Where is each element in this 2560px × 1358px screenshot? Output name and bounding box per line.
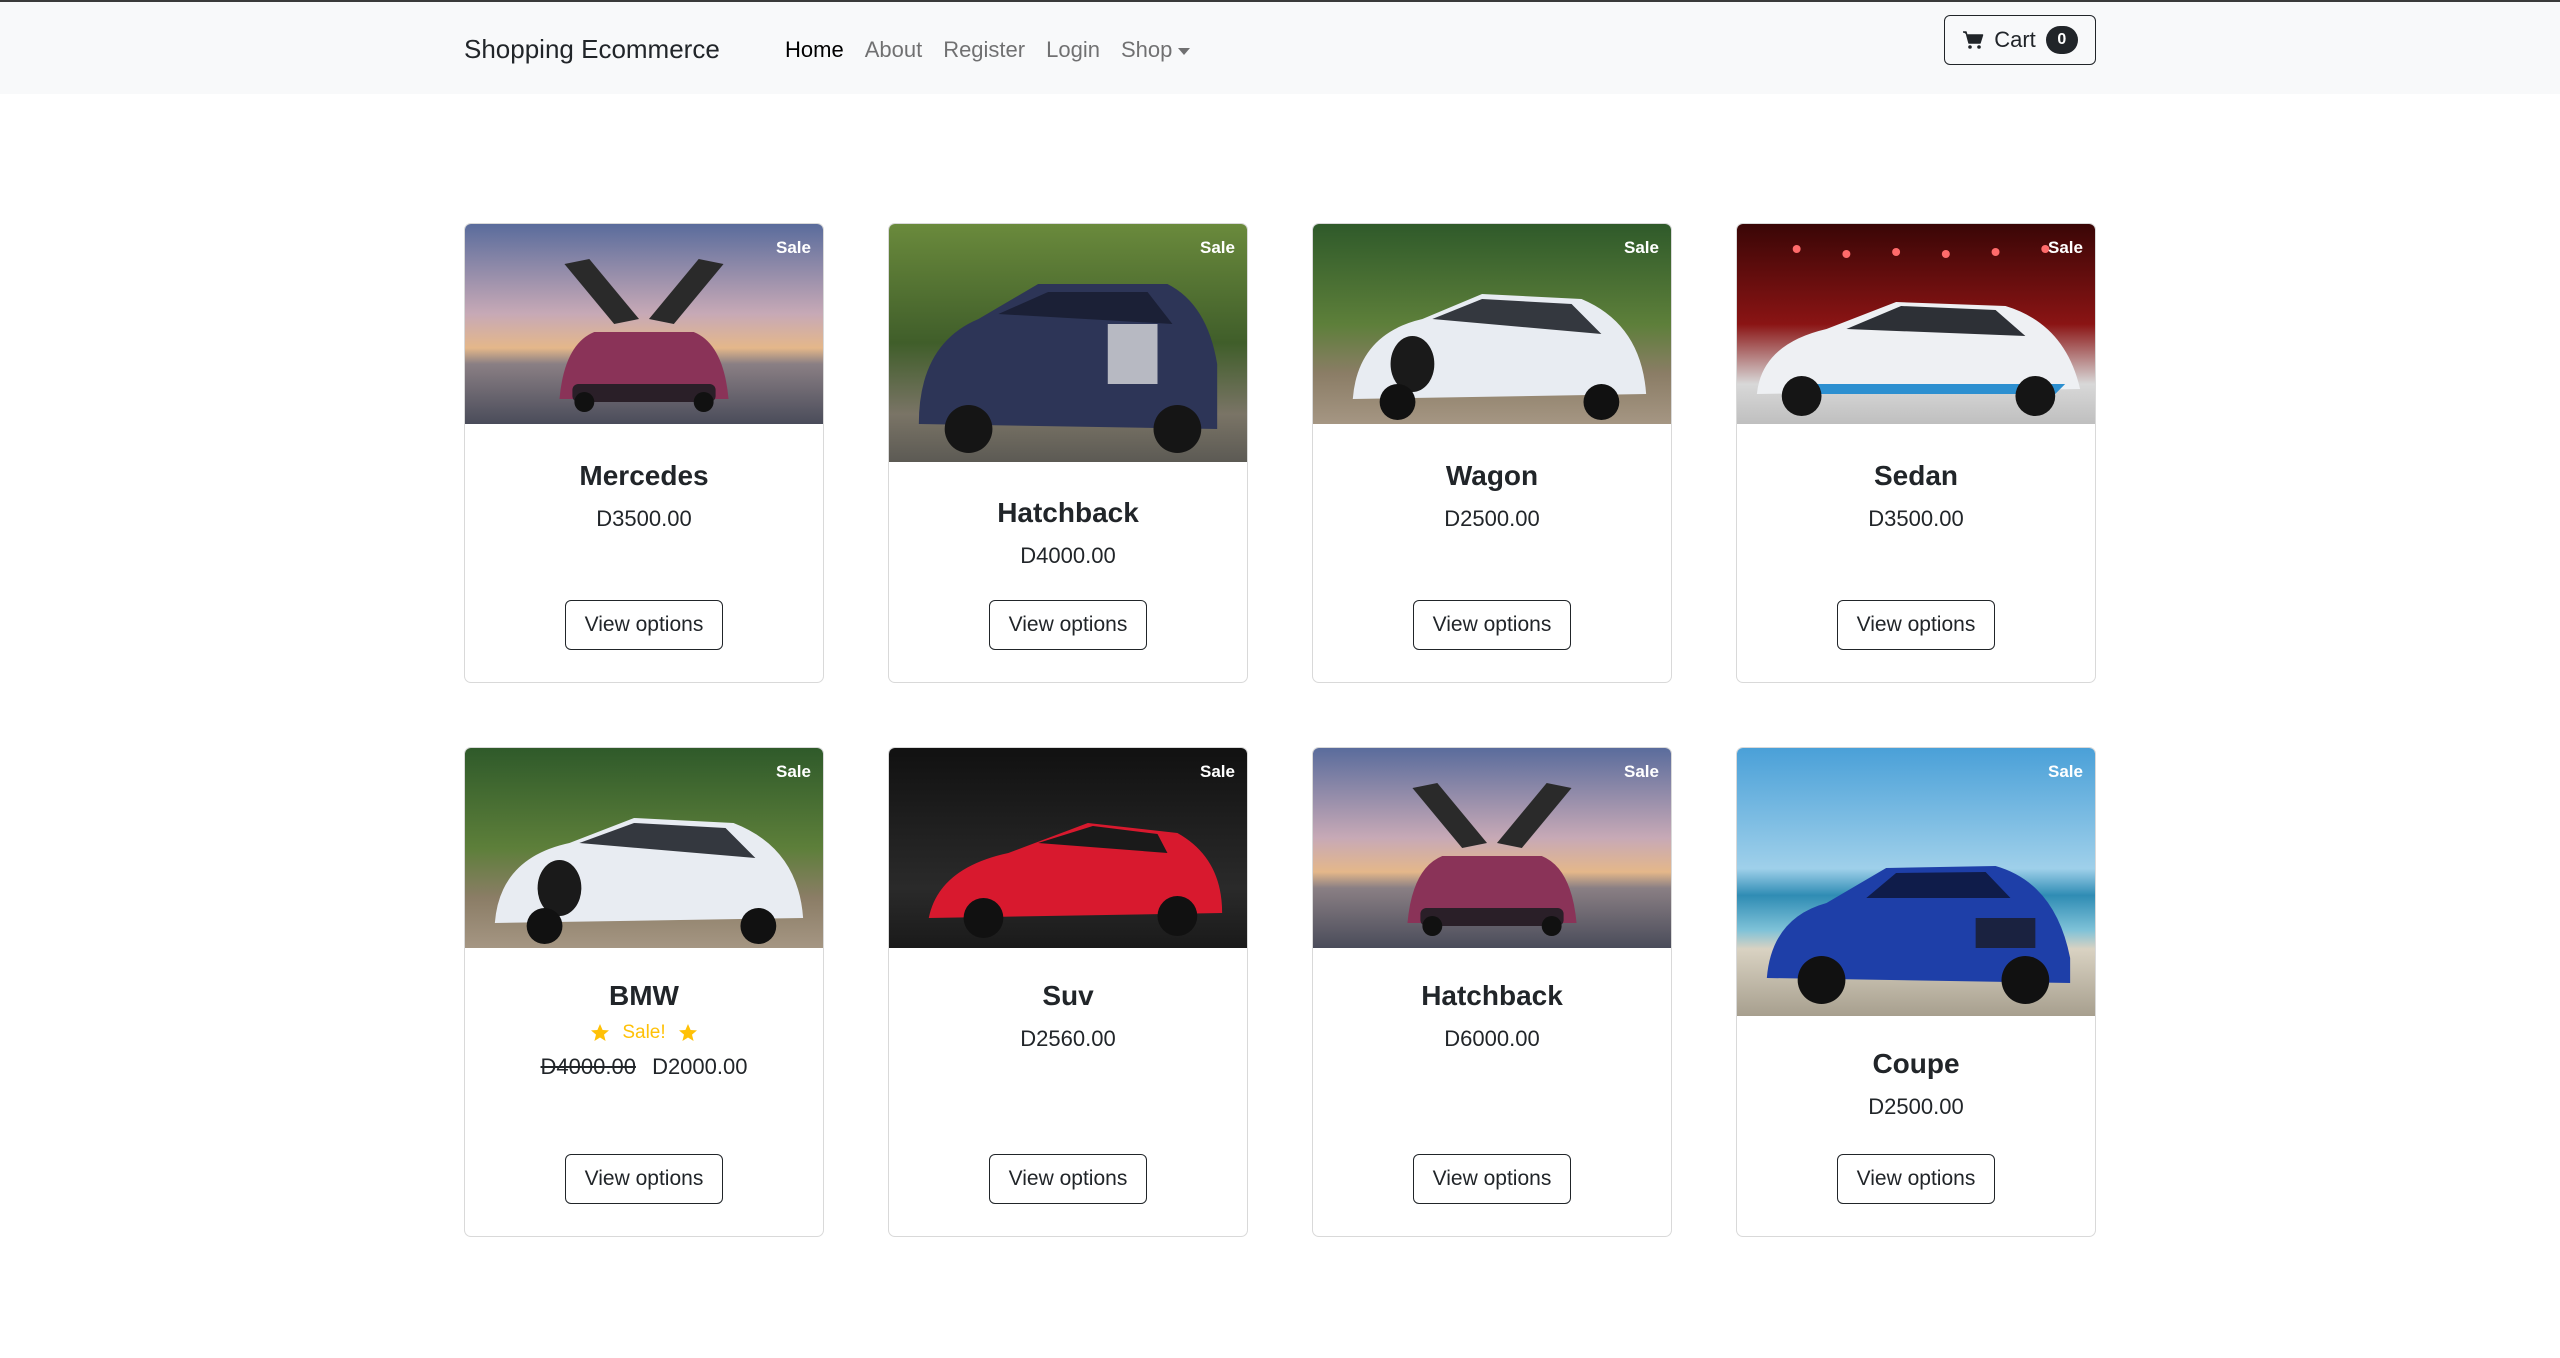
old-price: D4000.00 [540,1054,636,1079]
nav-home[interactable]: Home [785,37,844,63]
sale-rating: Sale! [465,1022,823,1044]
product-title: Suv [1042,980,1094,1011]
nav-links: Home About Register Login Shop [785,37,1191,63]
cart-button[interactable]: Cart 0 [1944,15,2096,65]
product-price: D3500.00 [596,506,692,531]
nav-shop-dropdown[interactable]: Shop [1120,37,1191,63]
brand-link[interactable]: Shopping Ecommerce [464,34,720,65]
sale-badge: Sale [2048,238,2083,257]
star-icon [591,1024,610,1041]
caret-down-icon [1178,47,1191,55]
sale-badge: Sale [776,238,811,257]
product-price: D2500.00 [1444,506,1540,531]
view-options-button[interactable]: View options [1837,1154,1995,1204]
product-title: Sedan [1873,460,1959,491]
product-card: Sale Coupe D2500.00 View options [1736,747,2096,1237]
view-options-button[interactable]: View options [1413,1154,1571,1204]
product-card: Sale Suv D2560.00 View options [888,747,1248,1237]
cart-label: Cart [1994,27,2036,52]
nav-about[interactable]: About [865,37,923,63]
product-image: Sale [1737,748,2095,1016]
product-card: Sale Hatchback D6000.00 View options [1312,747,1672,1237]
product-image: Sale [465,748,823,948]
nav-register[interactable]: Register [943,37,1025,63]
view-options-button[interactable]: View options [1837,600,1995,650]
product-price: D3500.00 [1868,506,1964,531]
product-card: Sale Sedan D3500.00 View options [1736,223,2096,683]
product-image: Sale [1313,748,1671,948]
cart-icon [1963,31,1984,49]
product-card: Sale Wagon D2500.00 View options [1312,223,1672,683]
product-card: Sale BMW Sale! D4000.00 D2000.00 View op… [464,747,824,1237]
view-options-button[interactable]: View options [565,600,723,650]
nav-login[interactable]: Login [1046,37,1100,63]
sale-badge: Sale [1200,762,1235,781]
cart-count-badge: 0 [2045,26,2078,54]
product-title: Hatchback [1421,980,1563,1011]
product-price: D2560.00 [1020,1026,1116,1051]
product-price: D2000.00 [652,1054,748,1079]
view-options-button[interactable]: View options [565,1154,723,1204]
sale-text: Sale! [622,1022,666,1043]
product-title: Coupe [1872,1048,1960,1079]
product-image: Sale [889,748,1247,948]
view-options-button[interactable]: View options [989,1154,1147,1204]
sale-badge: Sale [1200,238,1235,257]
product-title: Hatchback [997,497,1139,528]
product-image: Sale [465,224,823,424]
product-title: BMW [609,980,679,1011]
sale-badge: Sale [1624,238,1659,257]
product-card: Sale Mercedes D3500.00 View options [464,223,824,683]
sale-badge: Sale [1624,762,1659,781]
navbar: Shopping Ecommerce Home About Register L… [0,0,2560,94]
sale-badge: Sale [2048,762,2083,781]
view-options-button[interactable]: View options [1413,600,1571,650]
product-image: Sale [889,224,1247,462]
product-price-group: D4000.00 D2000.00 [465,1054,823,1080]
product-title: Mercedes [579,460,709,491]
product-price: D2500.00 [1868,1094,1964,1119]
product-title: Wagon [1445,460,1539,491]
view-options-button[interactable]: View options [989,600,1147,650]
product-image: Sale [1313,224,1671,424]
product-price: D4000.00 [1020,543,1116,568]
star-icon [678,1024,697,1041]
product-image: Sale [1737,224,2095,424]
sale-badge: Sale [776,762,811,781]
product-price: D6000.00 [1444,1026,1540,1051]
nav-shop-label: Shop [1120,37,1173,62]
product-card: Sale Hatchback D4000.00 View options [888,223,1248,683]
